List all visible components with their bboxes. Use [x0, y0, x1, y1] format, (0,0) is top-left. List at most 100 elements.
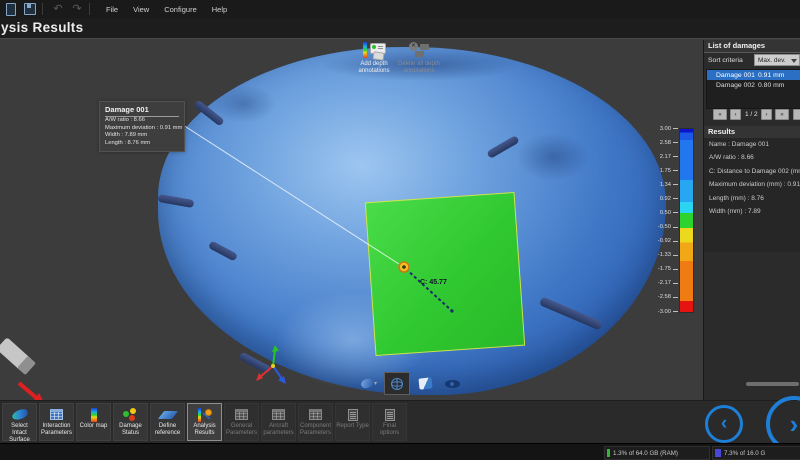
workflow-step-label: Report Type [336, 422, 369, 430]
workflow-step-label: Damage Status [114, 422, 147, 437]
colorbar-tick: 0.92 [651, 195, 678, 202]
extra-pager-button[interactable] [793, 109, 800, 120]
delete-depth-annotations-icon: ✕ [407, 42, 431, 59]
workflow-step-damage-status[interactable]: Damage Status [113, 403, 148, 441]
annotation-line: Length : 8.76 mm [100, 140, 184, 148]
workflow-step-aircraft-parameters[interactable]: Aircraft parameters [261, 403, 296, 441]
workflow-step-final-options[interactable]: Final options [372, 403, 407, 441]
deviation-colorbar [679, 128, 694, 313]
workflow-step-color-map[interactable]: Color map [76, 403, 111, 441]
visibility-button[interactable] [440, 373, 464, 394]
table-icon [309, 409, 322, 420]
save-icon [24, 3, 36, 15]
application-window: ↶ ↷ File View Configure Help ysis Result… [0, 0, 800, 460]
damage-name: Damage 002 [716, 82, 758, 89]
colorbar-tick: -0.50 [651, 224, 678, 231]
sort-criteria-label: Sort criteria [708, 57, 743, 64]
result-row: Maximum deviation (mm) : 0.91 [704, 178, 800, 191]
chevron-down-icon: ▾ [374, 380, 377, 387]
workflow-step-select-intact-surface[interactable]: Select Intact Surface [2, 403, 37, 441]
annotation-line: A/W ratio : 8.66 [100, 117, 184, 125]
menu-file[interactable]: File [106, 5, 118, 14]
colorbar-tick: -1.33 [651, 252, 678, 259]
menu-configure[interactable]: Configure [164, 5, 197, 14]
gpu-gauge-icon [715, 449, 721, 457]
workflow-step-component-parameters[interactable]: Component Parameters [298, 403, 333, 441]
colormap-icon [91, 408, 97, 422]
add-depth-annotations-button[interactable]: Add depth annotations [353, 40, 395, 75]
workflow-bar: Select Intact Surface Interaction Parame… [0, 400, 800, 444]
undo-button[interactable]: ↶ [50, 1, 66, 17]
probe-tool-icon [0, 335, 70, 400]
save-button[interactable] [22, 1, 38, 17]
menu-help[interactable]: Help [212, 5, 227, 14]
model-view-icon [360, 378, 374, 390]
toolbar-divider [42, 3, 43, 15]
ram-gauge-icon [607, 449, 610, 457]
colorbar-tick: 0.50 [651, 209, 678, 216]
workflow-step-label: Color map [77, 422, 110, 430]
prev-page-button[interactable]: ‹ [730, 109, 741, 120]
damages-pager: « ‹ 1 / 2 › » [704, 109, 800, 122]
sort-criteria-dropdown[interactable]: Max. dev. [754, 54, 800, 66]
colorbar-tick: -3.00 [651, 308, 678, 315]
panel-scrollbar[interactable] [746, 382, 799, 386]
wireframe-view-button[interactable] [384, 372, 410, 395]
title-bar: ysis Results [0, 18, 800, 39]
viewport-3d[interactable]: C: 45.77 Damage 001 A/W ratio : 8.66 Max… [0, 39, 800, 400]
redo-button[interactable]: ↷ [69, 1, 85, 17]
view-controls: ▾ [357, 372, 464, 395]
add-depth-annotations-icon [362, 42, 386, 59]
workflow-step-label: Final options [373, 422, 406, 437]
sort-row: Sort criteria Max. dev. [704, 54, 800, 67]
add-depth-annotations-label: Add depth annotations [353, 61, 395, 75]
workflow-step-general-parameters[interactable]: General Parameters [224, 403, 259, 441]
colorbar-tick: 1.75 [651, 167, 678, 174]
plane-icon [157, 411, 177, 419]
workflow-step-report-type[interactable]: Report Type [335, 403, 370, 441]
damage-value: 0.91 mm [758, 72, 784, 79]
damage-list-item[interactable]: Damage 001 0.91 mm [707, 70, 800, 80]
toolbar-divider [89, 3, 90, 15]
chevron-left-icon: ‹ [721, 413, 727, 435]
workflow-step-label: Aircraft parameters [262, 422, 295, 437]
damages-panel: List of damages Sort criteria Max. dev. … [703, 40, 800, 400]
page-title: ysis Results [1, 20, 83, 35]
status-dots-icon [123, 408, 138, 421]
chevron-right-icon: › [790, 409, 799, 440]
damages-list: Damage 001 0.91 mm Damage 002 0.80 mm [706, 69, 800, 109]
orientation-gizmo[interactable] [253, 344, 295, 386]
workflow-step-interaction-parameters[interactable]: Interaction Parameters [39, 403, 74, 441]
damage-patch[interactable] [365, 192, 525, 356]
workflow-step-label: Analysis Results [188, 422, 221, 437]
damage-name: Damage 001 [716, 72, 758, 79]
workflow-step-define-reference[interactable]: Define reference [150, 403, 185, 441]
annotation-line: Width : 7.89 mm [100, 132, 184, 140]
menu-view[interactable]: View [133, 5, 149, 14]
delete-depth-annotations-button[interactable]: ✕ Delete all depth annotations [398, 40, 440, 75]
previous-step-button[interactable]: ‹ [705, 405, 743, 443]
result-row: A/W ratio : 8.66 [704, 151, 800, 164]
eye-icon [445, 380, 460, 388]
colorbar-tick: -1.75 [651, 266, 678, 273]
view-mode-button[interactable]: ▾ [357, 373, 381, 394]
table-icon [272, 409, 285, 420]
shaded-view-button[interactable] [413, 373, 437, 394]
table-icon [235, 409, 248, 420]
result-row: Width (mm) : 7.89 [704, 205, 800, 218]
new-file-button[interactable] [3, 1, 19, 17]
damage-annotation-box: Damage 001 A/W ratio : 8.66 Maximum devi… [99, 101, 185, 152]
status-bar: 1.3% of 64.0 GB (RAM) 7.3% of 16.0 G [0, 443, 800, 460]
next-page-button[interactable]: › [761, 109, 772, 120]
result-row: Length (mm) : 8.76 [704, 192, 800, 205]
last-page-button[interactable]: » [775, 109, 789, 120]
workflow-step-analysis-results[interactable]: Analysis Results [187, 403, 222, 441]
first-page-button[interactable]: « [713, 109, 727, 120]
annotation-toolbar: Add depth annotations ✕ Delete all depth… [353, 40, 440, 75]
annotation-title: Damage 001 [100, 102, 184, 116]
damage-list-item[interactable]: Damage 002 0.80 mm [707, 80, 800, 90]
colorbar-tick: -2.58 [651, 294, 678, 301]
result-row: C: Distance to Damage 002 (mm) : 45.77 [704, 165, 800, 178]
colorbar-tick: 3.00 [651, 125, 678, 132]
surface-icon [11, 408, 29, 421]
